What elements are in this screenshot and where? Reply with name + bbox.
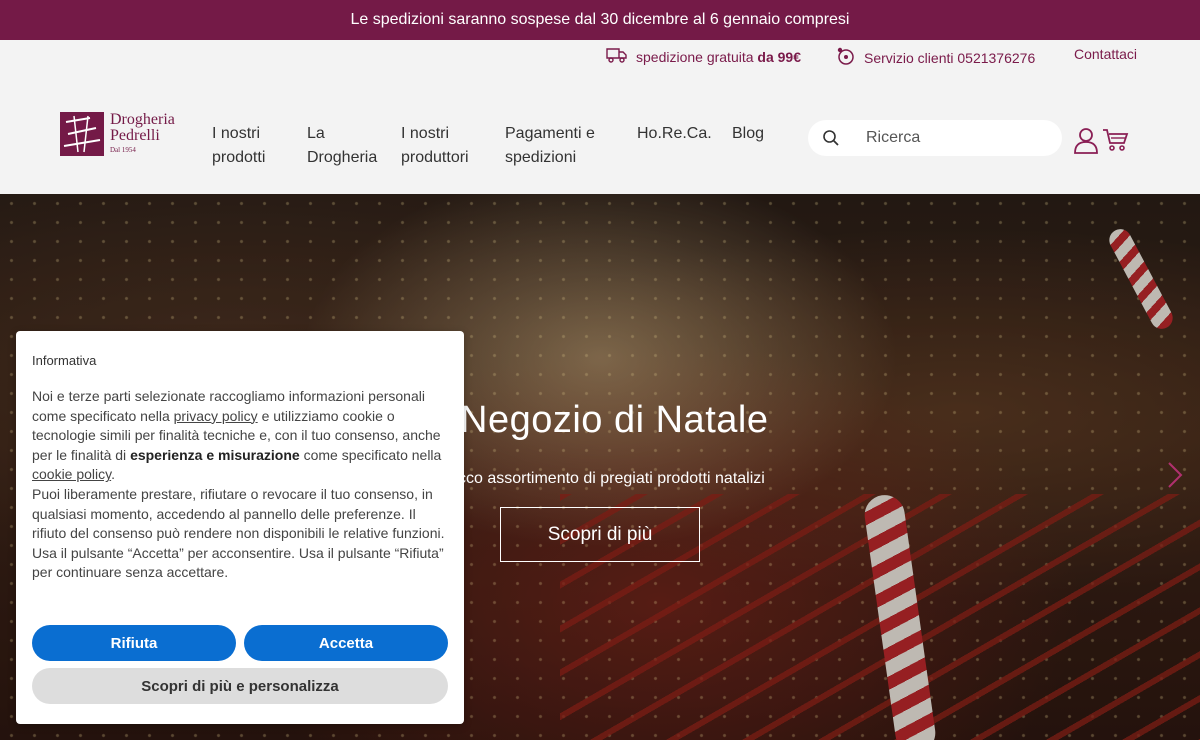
cookie-text-p3: Usa il pulsante “Accetta” per acconsenti… (32, 544, 444, 581)
customize-button[interactable]: Scopri di più e personalizza (32, 668, 448, 704)
service-text: Servizio clienti 0521376276 (864, 49, 1036, 66)
nav-label: prodotti (212, 149, 266, 166)
cookie-consent-dialog: Informativa Noi e terze parti selezionat… (16, 331, 464, 724)
truck-icon (606, 46, 628, 67)
privacy-policy-link[interactable]: privacy policy (174, 408, 258, 424)
nav-item-products[interactable]: I nostri prodotti (212, 122, 265, 170)
nav-item-horeca[interactable]: Ho.Re.Ca. (637, 122, 712, 146)
nav-label: spedizioni (505, 149, 577, 166)
nav-label: I nostri (212, 125, 261, 142)
search-input[interactable] (866, 127, 1046, 149)
nav-item-payments[interactable]: Pagamenti e spedizioni (505, 122, 595, 170)
cookie-policy-link[interactable]: cookie policy (32, 466, 111, 482)
nav-label: I nostri (401, 125, 450, 142)
nav-label: Pagamenti e (505, 125, 595, 142)
search-icon[interactable] (822, 129, 840, 152)
nav-item-drogheria[interactable]: La Drogheria (307, 122, 377, 170)
customer-service-info[interactable]: Servizio clienti 0521376276 (836, 46, 1035, 69)
hero-subtitle: cco assortimento di pregiati prodotti na… (458, 470, 765, 487)
shipping-threshold: da 99€ (757, 48, 802, 65)
contact-link[interactable]: Contattaci (1074, 46, 1137, 62)
nav-item-blog[interactable]: Blog (732, 122, 764, 146)
accept-button[interactable]: Accetta (244, 625, 448, 661)
nav-label: produttori (401, 149, 469, 166)
customer-service-icon (836, 46, 856, 69)
shipping-text: spedizione gratuita (636, 48, 754, 65)
top-info-bar: spedizione gratuita da 99€ Servizio clie… (0, 40, 1200, 70)
nav-label: Ho.Re.Ca. (637, 125, 712, 142)
cookie-text: Noi e terze parti selezionate raccogliam… (32, 387, 452, 583)
nav-item-producers[interactable]: I nostri produttori (401, 122, 469, 170)
chevron-right-icon[interactable] (1166, 460, 1184, 495)
cookie-text-p2: Puoi liberamente prestare, rifiutare o r… (32, 485, 445, 542)
search-box (808, 120, 1062, 156)
cookie-title: Informativa (32, 353, 97, 368)
nav-label: Blog (732, 125, 765, 142)
hero-cta-button[interactable]: Scopri di più (500, 507, 700, 562)
nav-label: Drogheria (307, 149, 378, 166)
announcement-bar: Le spedizioni saranno sospese dal 30 dic… (0, 0, 1200, 40)
announcement-text: Le spedizioni saranno sospese dal 30 dic… (350, 11, 850, 28)
contact-label: Contattaci (1074, 46, 1138, 62)
reject-button[interactable]: Rifiuta (32, 625, 236, 661)
logo-line2: Pedrelli (110, 127, 160, 144)
logo-since: Dal 1954 (110, 146, 136, 154)
user-icon[interactable] (1072, 126, 1100, 159)
free-shipping-info: spedizione gratuita da 99€ (606, 46, 801, 67)
site-header: Drogheria Pedrelli Dal 1954 I nostri pro… (0, 70, 1200, 194)
nav-label: La (307, 125, 325, 142)
logo-line1: Drogheria (110, 111, 175, 128)
cart-icon[interactable] (1102, 128, 1130, 157)
hero-title: Negozio di Natale (460, 399, 769, 441)
logo-mark (60, 112, 104, 156)
logo[interactable]: Drogheria Pedrelli Dal 1954 (60, 110, 190, 158)
